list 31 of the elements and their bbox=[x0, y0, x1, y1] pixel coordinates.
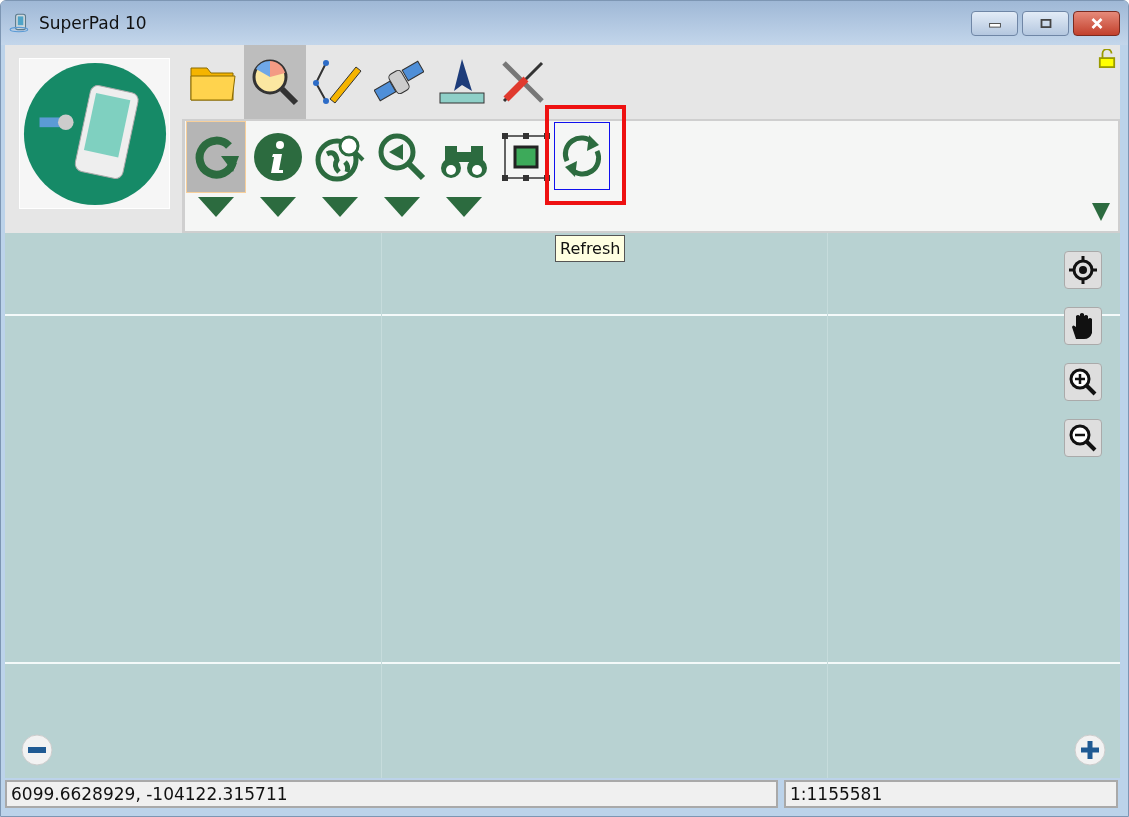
dropdown-arrow[interactable] bbox=[260, 197, 296, 217]
magnifier-chart-icon bbox=[250, 57, 300, 107]
scale-field: 1:1155581 bbox=[784, 780, 1118, 808]
maximize-button[interactable] bbox=[1022, 10, 1069, 36]
locate-button[interactable] bbox=[1064, 251, 1102, 289]
map-canvas[interactable]: Refresh bbox=[5, 233, 1120, 778]
dropdown-arrow[interactable] bbox=[322, 197, 358, 217]
plus-circle-icon[interactable] bbox=[1074, 734, 1106, 766]
polyline-pencil-icon bbox=[312, 57, 362, 107]
zoom-out-icon bbox=[1068, 423, 1098, 453]
zoom-in-button[interactable] bbox=[1064, 363, 1102, 401]
coordinates-field: 6099.6628929, -104122.315711 bbox=[5, 780, 778, 808]
more-arrow-icon[interactable] bbox=[1092, 203, 1110, 221]
zoom-out-button[interactable] bbox=[1064, 419, 1102, 457]
dropdown-arrow[interactable] bbox=[198, 197, 234, 217]
zoom-in-icon bbox=[1068, 367, 1098, 397]
dropdown-arrow[interactable] bbox=[384, 197, 420, 217]
close-button[interactable] bbox=[1073, 10, 1120, 36]
pan-button[interactable] bbox=[1064, 307, 1102, 345]
minus-circle-icon[interactable] bbox=[21, 734, 53, 766]
dropdown-arrow[interactable] bbox=[446, 197, 482, 217]
tool-button[interactable] bbox=[553, 122, 610, 190]
tooltip: Refresh bbox=[555, 235, 626, 262]
padlock-icon[interactable] bbox=[1098, 49, 1116, 69]
info-icon bbox=[253, 132, 303, 182]
crosshair-icon bbox=[1068, 255, 1098, 285]
window-title: SuperPad 10 bbox=[39, 13, 147, 33]
ribbon-tab[interactable] bbox=[244, 45, 306, 119]
selection-frame-icon bbox=[501, 132, 551, 182]
app-icon bbox=[9, 12, 31, 34]
zoom-back-icon bbox=[377, 132, 427, 182]
